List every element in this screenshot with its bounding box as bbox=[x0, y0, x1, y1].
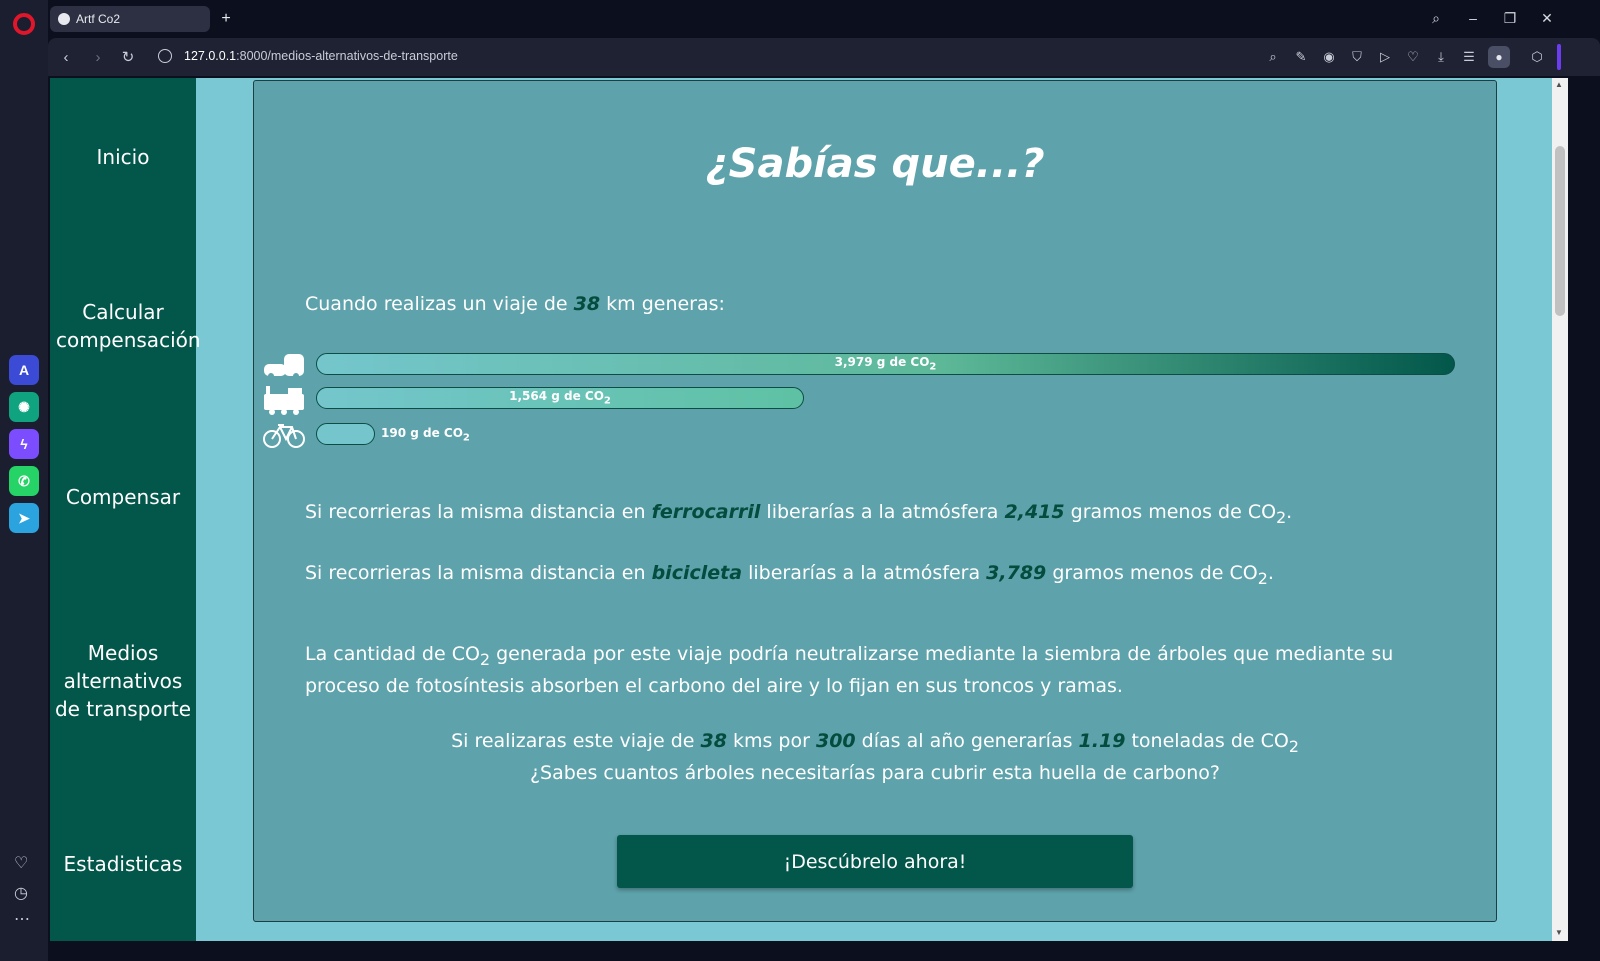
intro-text: Cuando realizas un viaje de 38 km genera… bbox=[305, 293, 725, 315]
discover-button[interactable]: ¡Descúbrelo ahora! bbox=[617, 835, 1133, 888]
bar-bike bbox=[316, 423, 375, 445]
zoom-icon[interactable]: ⌕ bbox=[1263, 47, 1283, 67]
nav-item-calcular[interactable]: Calcular compensación bbox=[50, 298, 201, 354]
site-sidebar: Inicio Calcular compensación Compensar M… bbox=[50, 78, 201, 941]
address-bar: ‹ › ↻ 127.0.0.1:8000/medios-alternativos… bbox=[48, 38, 1600, 76]
train-comparison: Si recorrieras la misma distancia en fer… bbox=[305, 501, 1293, 527]
profile-icon[interactable]: ● bbox=[1488, 46, 1510, 68]
favicon-icon bbox=[58, 13, 70, 25]
reload-icon[interactable]: ↻ bbox=[118, 47, 138, 67]
tab-active[interactable]: Artf Co2 bbox=[50, 6, 210, 32]
bar-train-label: 1,564 g de CO2 bbox=[509, 389, 611, 407]
new-tab-icon[interactable]: + bbox=[216, 9, 236, 29]
restore-icon[interactable]: ❐ bbox=[1500, 8, 1520, 28]
whatsapp-icon[interactable]: ✆ bbox=[9, 466, 39, 496]
train-icon bbox=[262, 386, 306, 415]
site-info-icon[interactable] bbox=[158, 49, 172, 63]
more-icon[interactable]: ⋯ bbox=[14, 912, 30, 928]
page-title: ¿Sabías que...? bbox=[705, 141, 1045, 187]
aria-icon[interactable]: A bbox=[9, 355, 39, 385]
accent-bar bbox=[1557, 44, 1561, 70]
info-card: ¿Sabías que...? Cuando realizas un viaje… bbox=[253, 80, 1497, 922]
trees-question: ¿Sabes cuantos árboles necesitarías para… bbox=[529, 761, 1221, 784]
snapshot-icon[interactable]: ◉ bbox=[1319, 47, 1339, 67]
opera-logo-icon[interactable] bbox=[13, 13, 35, 35]
nav-item-estadisticas[interactable]: Estadisticas bbox=[50, 850, 196, 878]
history-icon[interactable]: ◷ bbox=[14, 886, 28, 902]
download-icon[interactable]: ⤓ bbox=[1431, 47, 1451, 67]
scroll-thumb[interactable] bbox=[1555, 146, 1565, 316]
bar-car: 3,979 g de CO2 bbox=[316, 353, 1455, 375]
menu-icon[interactable]: ☰ bbox=[1459, 47, 1479, 67]
forward-icon[interactable]: › bbox=[88, 47, 108, 67]
tab-title: Artf Co2 bbox=[76, 12, 121, 26]
chatgpt-icon[interactable]: ✺ bbox=[9, 392, 39, 422]
extensions-icon[interactable]: ⬡ bbox=[1527, 47, 1547, 67]
bicycle-icon bbox=[262, 421, 306, 449]
bar-car-label: 3,979 g de CO2 bbox=[834, 355, 937, 373]
car-icon bbox=[262, 352, 306, 380]
nav-item-medios[interactable]: Medios alternativos de transporte bbox=[50, 639, 196, 723]
heart-icon[interactable]: ♡ bbox=[1403, 47, 1423, 67]
scroll-down-icon[interactable]: ▼ bbox=[1555, 928, 1563, 937]
bar-train: 1,564 g de CO2 bbox=[316, 387, 804, 409]
back-icon[interactable]: ‹ bbox=[56, 47, 76, 67]
telegram-icon[interactable]: ➤ bbox=[9, 503, 39, 533]
yearly-summary: Si realizaras este viaje de 38 kms por 3… bbox=[451, 730, 1299, 784]
heart-icon[interactable]: ♡ bbox=[14, 856, 28, 872]
bike-comparison: Si recorrieras la misma distancia en bic… bbox=[305, 562, 1274, 588]
nav-item-compensar[interactable]: Compensar bbox=[50, 483, 196, 511]
messenger-icon[interactable]: ϟ bbox=[9, 429, 39, 459]
search-tabs-icon[interactable]: ⌕ bbox=[1426, 8, 1446, 28]
page-scrollbar[interactable]: ▲ ▼ bbox=[1552, 78, 1568, 941]
minimize-icon[interactable]: – bbox=[1463, 8, 1483, 28]
trees-paragraph: La cantidad de CO2 generada por este via… bbox=[305, 643, 1394, 697]
tab-bar: Artf Co2 + ⌕ – ❐ ✕ bbox=[48, 0, 1600, 36]
page-viewport: Inicio Calcular compensación Compensar M… bbox=[50, 78, 1554, 941]
play-icon[interactable]: ▷ bbox=[1375, 47, 1395, 67]
bar-bike-label: 190 g de CO2 bbox=[381, 426, 470, 444]
url-field[interactable]: 127.0.0.1:8000/medios-alternativos-de-tr… bbox=[184, 49, 458, 63]
edit-icon[interactable]: ✎ bbox=[1291, 47, 1311, 67]
browser-sidebar: A ✺ ϟ ✆ ➤ ♡ ◷ ⋯ bbox=[0, 0, 48, 961]
close-icon[interactable]: ✕ bbox=[1537, 8, 1557, 28]
scroll-up-icon[interactable]: ▲ bbox=[1555, 80, 1563, 89]
shield-icon[interactable]: ⛉ bbox=[1347, 47, 1367, 67]
nav-item-inicio[interactable]: Inicio bbox=[50, 143, 196, 171]
